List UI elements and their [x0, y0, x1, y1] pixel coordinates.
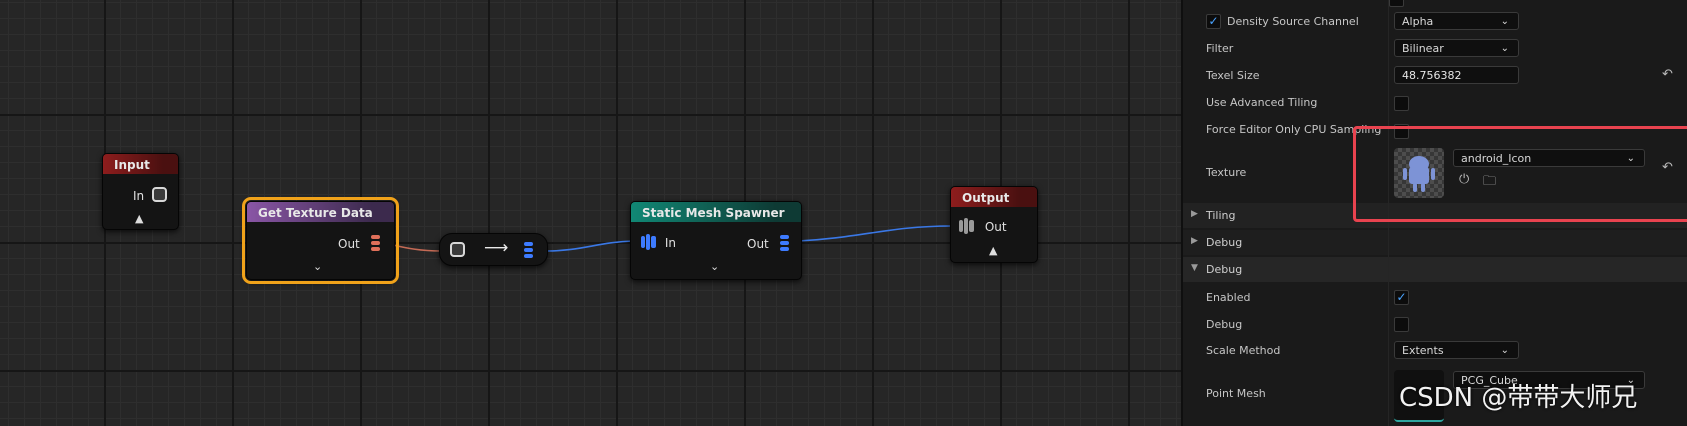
use-advanced-tiling-label: Use Advanced Tiling — [1206, 96, 1318, 109]
spawner-node-title: Static Mesh Spawner — [631, 202, 801, 222]
spawner-out-row: Out — [747, 235, 791, 251]
row-texel-size: Texel Size 48.756382 ↶ — [1183, 66, 1687, 90]
chevron-down-icon: ⌄ — [1500, 345, 1509, 356]
chevron-down-icon: ⌄ — [1500, 43, 1509, 54]
filter-dropdown[interactable]: Bilinear ⌄ — [1394, 39, 1519, 57]
output-pin-row: Out — [959, 217, 1007, 235]
spawner-expand-chevron-icon[interactable]: ⌄ — [710, 260, 719, 273]
tiling-category-label: Tiling — [1206, 209, 1236, 222]
debug-open-category-label: Debug — [1206, 263, 1243, 276]
spawner-in-pin-icon[interactable] — [641, 233, 657, 251]
debug-category-label: Debug — [1206, 236, 1243, 249]
row-filter: Filter Bilinear ⌄ — [1183, 39, 1687, 63]
filter-label: Filter — [1206, 42, 1234, 55]
input-node[interactable]: Input In ▲ — [102, 153, 179, 230]
output-collapse-chevron-icon[interactable]: ▲ — [989, 244, 997, 257]
row-debug: Debug — [1183, 316, 1687, 340]
output-in-pin-icon[interactable] — [959, 217, 975, 235]
graph-canvas[interactable]: Input In ▲ Get Texture Data Out ⌄ ⟶ Stat… — [0, 0, 1181, 426]
density-source-value: Alpha — [1402, 15, 1434, 28]
category-debug[interactable]: ▶ Debug — [1183, 230, 1687, 255]
output-node-title: Output — [951, 187, 1037, 207]
wire-spawner-to-output — [797, 225, 952, 242]
watermark: CSDN @带带大师兄 — [1399, 383, 1638, 413]
debug-label: Debug — [1206, 318, 1243, 331]
wire-convert-to-spawner — [546, 240, 634, 252]
chevron-down-icon: ⌄ — [1500, 16, 1509, 27]
input-node-title: Input — [103, 154, 178, 174]
scale-method-label: Scale Method — [1206, 344, 1281, 357]
spawner-in-label: In — [664, 236, 676, 250]
row-enabled: Enabled ✓ — [1183, 289, 1687, 313]
density-source-dropdown[interactable]: Alpha ⌄ — [1394, 12, 1519, 30]
filter-value: Bilinear — [1402, 42, 1444, 55]
texel-size-label: Texel Size — [1206, 69, 1260, 82]
row-density-source-channel: ✓ Density Source Channel Alpha ⌄ — [1183, 12, 1687, 36]
static-mesh-spawner-node[interactable]: Static Mesh Spawner In Out ⌄ — [630, 201, 802, 280]
get-texture-data-node[interactable]: Get Texture Data Out ⌄ — [242, 197, 399, 284]
get-texture-out-row: Out — [338, 235, 382, 251]
texture-out-pin-icon[interactable] — [370, 235, 382, 251]
point-mesh-label: Point Mesh — [1206, 387, 1266, 400]
scale-method-dropdown[interactable]: Extents ⌄ — [1394, 341, 1519, 359]
density-source-checkbox[interactable]: ✓ — [1206, 14, 1221, 29]
use-advanced-tiling-checkbox[interactable] — [1394, 96, 1409, 111]
get-texture-out-label: Out — [338, 237, 360, 251]
reset-arrow-icon[interactable]: ↶ — [1662, 67, 1673, 82]
input-pin-icon[interactable] — [151, 187, 167, 202]
convert-in-pin-icon[interactable] — [450, 242, 465, 257]
top-checkbox-partial[interactable] — [1389, 0, 1404, 7]
expanded-triangle-icon: ▼ — [1191, 263, 1198, 273]
category-debug-expanded[interactable]: ▼ Debug — [1183, 257, 1687, 282]
output-node[interactable]: Output Out ▲ — [950, 186, 1038, 263]
texture-label: Texture — [1206, 166, 1247, 179]
convert-out-pin-icon[interactable] — [523, 242, 535, 258]
enabled-checkbox[interactable]: ✓ — [1394, 290, 1409, 305]
debug-checkbox[interactable] — [1394, 317, 1409, 332]
expand-chevron-icon[interactable]: ⌄ — [313, 260, 322, 273]
arrow-right-icon: ⟶ — [484, 238, 509, 258]
get-texture-node-title: Get Texture Data — [247, 202, 394, 222]
enabled-label: Enabled — [1206, 291, 1251, 304]
collapse-chevron-icon[interactable]: ▲ — [135, 212, 143, 225]
collapsed-triangle-icon: ▶ — [1191, 236, 1198, 246]
spawner-out-pin-icon[interactable] — [779, 235, 791, 251]
collapsed-triangle-icon: ▶ — [1191, 209, 1198, 219]
input-pin-row: In — [133, 187, 167, 203]
texel-size-input[interactable]: 48.756382 — [1394, 66, 1519, 84]
scale-method-value: Extents — [1402, 344, 1444, 357]
spawner-out-label: Out — [747, 237, 769, 251]
spawner-in-row: In — [641, 233, 676, 251]
density-source-label: Density Source Channel — [1227, 15, 1359, 28]
convert-node[interactable]: ⟶ — [439, 233, 548, 266]
highlight-box — [1353, 126, 1687, 222]
row-use-advanced-tiling: Use Advanced Tiling — [1183, 93, 1687, 117]
input-pin-label: In — [133, 189, 145, 203]
output-pin-label: Out — [984, 220, 1007, 234]
row-scale-method: Scale Method Extents ⌄ — [1183, 341, 1687, 365]
